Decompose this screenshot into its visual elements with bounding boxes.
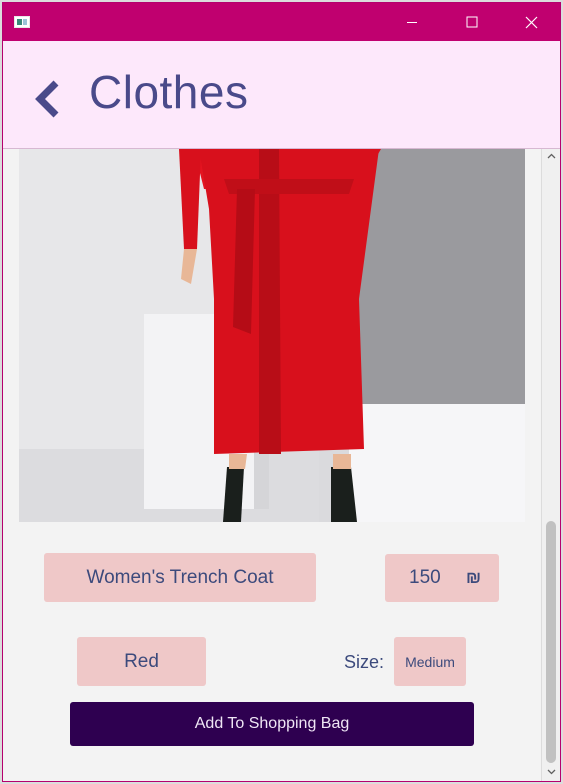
page-title: Clothes	[89, 66, 249, 118]
product-details: Women's Trench Coat 150 ₪ Red Size: Medi…	[3, 149, 541, 781]
chevron-left-icon	[35, 80, 59, 118]
app-icon	[14, 16, 30, 28]
minimize-icon	[407, 22, 417, 23]
page-header: Clothes	[3, 41, 560, 149]
maximize-icon	[466, 16, 478, 28]
product-image	[19, 149, 525, 522]
minimize-button[interactable]	[389, 3, 435, 41]
size-field[interactable]: Medium	[394, 637, 466, 686]
maximize-button[interactable]	[449, 3, 495, 41]
vertical-scrollbar[interactable]	[541, 149, 560, 781]
price-field[interactable]: 150 ₪	[385, 554, 499, 602]
close-button[interactable]	[508, 3, 554, 41]
add-to-shopping-bag-button[interactable]: Add To Shopping Bag	[70, 702, 474, 746]
app-window: Clothes Women's Trench Coat 150 ₪ Red Si…	[2, 2, 561, 782]
scroll-down-button[interactable]	[542, 765, 560, 779]
close-icon	[525, 16, 537, 28]
scroll-up-button[interactable]	[542, 149, 560, 163]
chevron-up-icon	[547, 153, 556, 159]
title-bar[interactable]	[3, 3, 560, 41]
price-value: 150	[409, 567, 441, 588]
color-field[interactable]: Red	[77, 637, 206, 686]
currency-symbol: ₪	[466, 568, 482, 587]
back-button[interactable]	[30, 77, 66, 121]
size-label: Size:	[344, 652, 385, 672]
chevron-down-icon	[547, 769, 556, 775]
scrollbar-thumb[interactable]	[546, 521, 556, 763]
product-name-field[interactable]: Women's Trench Coat	[44, 553, 316, 602]
